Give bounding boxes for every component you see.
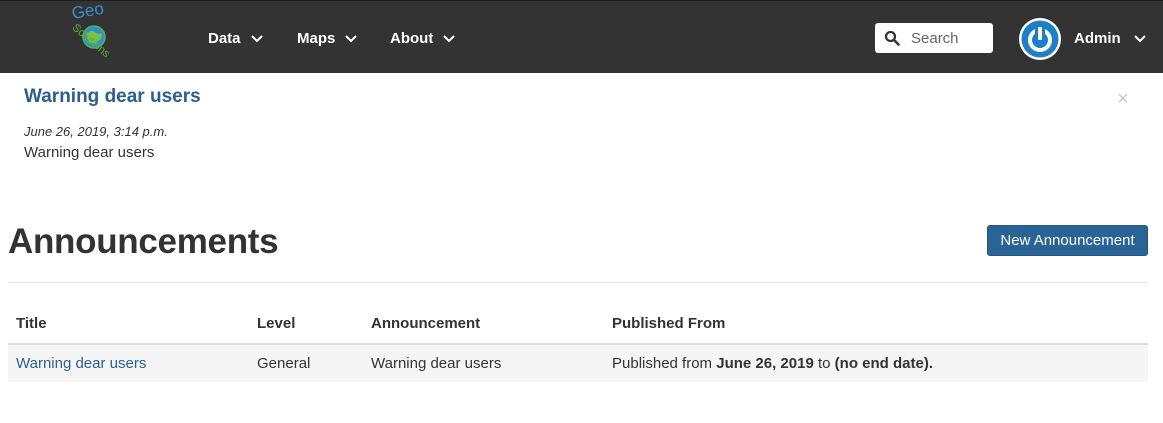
- logo-text-top: Geo: [70, 1, 105, 23]
- nav-maps-label: Maps: [297, 29, 336, 47]
- search-icon: [884, 30, 900, 46]
- column-header-published-from: Published From: [604, 304, 1148, 345]
- announcements-table: Title Level Announcement Published From …: [8, 304, 1148, 382]
- chevron-down-icon: [250, 35, 263, 43]
- search-input[interactable]: [911, 29, 991, 47]
- nav-about-menu[interactable]: About: [390, 27, 456, 49]
- close-icon[interactable]: ×: [1117, 88, 1129, 110]
- chevron-down-icon: [443, 35, 456, 43]
- column-header-announcement: Announcement: [363, 304, 604, 345]
- new-announcement-button[interactable]: New Announcement: [987, 225, 1148, 256]
- cell-title: Warning dear users: [8, 344, 249, 382]
- table-row: Warning dear users General Warning dear …: [8, 344, 1148, 382]
- nav-maps-menu[interactable]: Maps: [297, 27, 358, 49]
- cell-published-from: Published from June 26, 2019 to (no end …: [604, 344, 1148, 382]
- published-to: to: [817, 355, 831, 372]
- user-menu[interactable]: Admin: [1074, 27, 1147, 49]
- published-prefix: Published from: [612, 355, 713, 372]
- user-avatar[interactable]: [1019, 18, 1061, 60]
- search-box[interactable]: [875, 23, 993, 53]
- cell-announcement: Warning dear users: [363, 344, 604, 382]
- nav-data-menu[interactable]: Data: [208, 27, 264, 49]
- user-name: Admin: [1074, 29, 1121, 47]
- column-header-level: Level: [249, 304, 363, 345]
- alert-date: June 26, 2019, 3:14 p.m.: [24, 124, 168, 139]
- page-title: Announcements: [8, 222, 279, 261]
- published-end-date: (no end date).: [834, 355, 933, 372]
- chevron-down-icon: [345, 35, 358, 43]
- announcement-title-link[interactable]: Warning dear users: [16, 355, 146, 372]
- divider: [8, 282, 1148, 283]
- column-header-title: Title: [8, 304, 249, 345]
- nav-data-label: Data: [208, 29, 241, 47]
- table-header-row: Title Level Announcement Published From: [8, 304, 1148, 345]
- cell-level: General: [249, 344, 363, 382]
- alert-title: Warning dear users: [24, 86, 201, 107]
- chevron-down-icon: [1133, 35, 1146, 43]
- published-start-date: June 26, 2019: [716, 355, 814, 372]
- nav-about-label: About: [390, 29, 434, 47]
- geosolutions-logo[interactable]: Geo Solutions: [56, 1, 132, 71]
- top-navbar: Geo Solutions Data Maps About Admin: [0, 0, 1163, 73]
- alert-body: Warning dear users: [24, 144, 155, 161]
